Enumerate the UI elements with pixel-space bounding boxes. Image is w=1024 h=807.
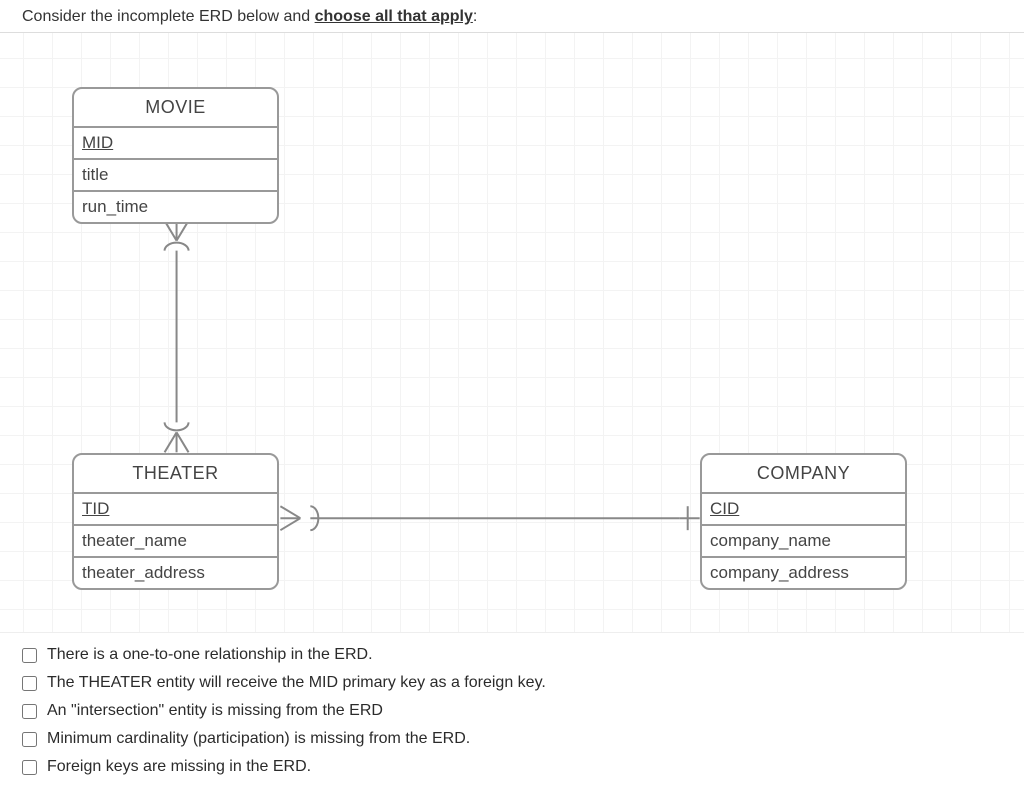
option-5-checkbox[interactable] xyxy=(22,760,37,775)
question-prefix: Consider the incomplete ERD below and xyxy=(22,8,315,25)
erd-diagram: MOVIE MID title run_time THEATER TID the… xyxy=(0,33,1024,633)
option-1-label: There is a one-to-one relationship in th… xyxy=(47,646,373,664)
option-5-label: Foreign keys are missing in the ERD. xyxy=(47,758,311,776)
entity-movie: MOVIE MID title run_time xyxy=(72,87,279,224)
entity-theater-pk: TID xyxy=(74,494,277,526)
entity-theater-title: THEATER xyxy=(74,455,277,494)
option-4[interactable]: Minimum cardinality (participation) is m… xyxy=(22,725,1002,753)
option-1[interactable]: There is a one-to-one relationship in th… xyxy=(22,641,1002,669)
entity-movie-title: MOVIE xyxy=(74,89,277,128)
question-prompt: Consider the incomplete ERD below and ch… xyxy=(0,0,1024,33)
option-2-label: The THEATER entity will receive the MID … xyxy=(47,674,546,692)
entity-company-pk: CID xyxy=(702,494,905,526)
option-1-checkbox[interactable] xyxy=(22,648,37,663)
option-2-checkbox[interactable] xyxy=(22,676,37,691)
entity-company: COMPANY CID company_name company_address xyxy=(700,453,907,590)
option-3[interactable]: An "intersection" entity is missing from… xyxy=(22,697,1002,725)
option-3-checkbox[interactable] xyxy=(22,704,37,719)
entity-company-attr-address: company_address xyxy=(702,558,905,588)
entity-theater-attr-name: theater_name xyxy=(74,526,277,558)
option-4-checkbox[interactable] xyxy=(22,732,37,747)
entity-theater-attr-address: theater_address xyxy=(74,558,277,588)
entity-company-attr-name: company_name xyxy=(702,526,905,558)
option-4-label: Minimum cardinality (participation) is m… xyxy=(47,730,470,748)
entity-movie-attr-title: title xyxy=(74,160,277,192)
entity-movie-pk: MID xyxy=(74,128,277,160)
option-5[interactable]: Foreign keys are missing in the ERD. xyxy=(22,753,1002,781)
option-3-label: An "intersection" entity is missing from… xyxy=(47,702,383,720)
option-2[interactable]: The THEATER entity will receive the MID … xyxy=(22,669,1002,697)
answer-options: There is a one-to-one relationship in th… xyxy=(0,633,1024,793)
question-suffix: : xyxy=(473,8,477,25)
question-emphasis: choose all that apply xyxy=(315,8,473,25)
entity-company-title: COMPANY xyxy=(702,455,905,494)
entity-movie-attr-runtime: run_time xyxy=(74,192,277,222)
entity-theater: THEATER TID theater_name theater_address xyxy=(72,453,279,590)
